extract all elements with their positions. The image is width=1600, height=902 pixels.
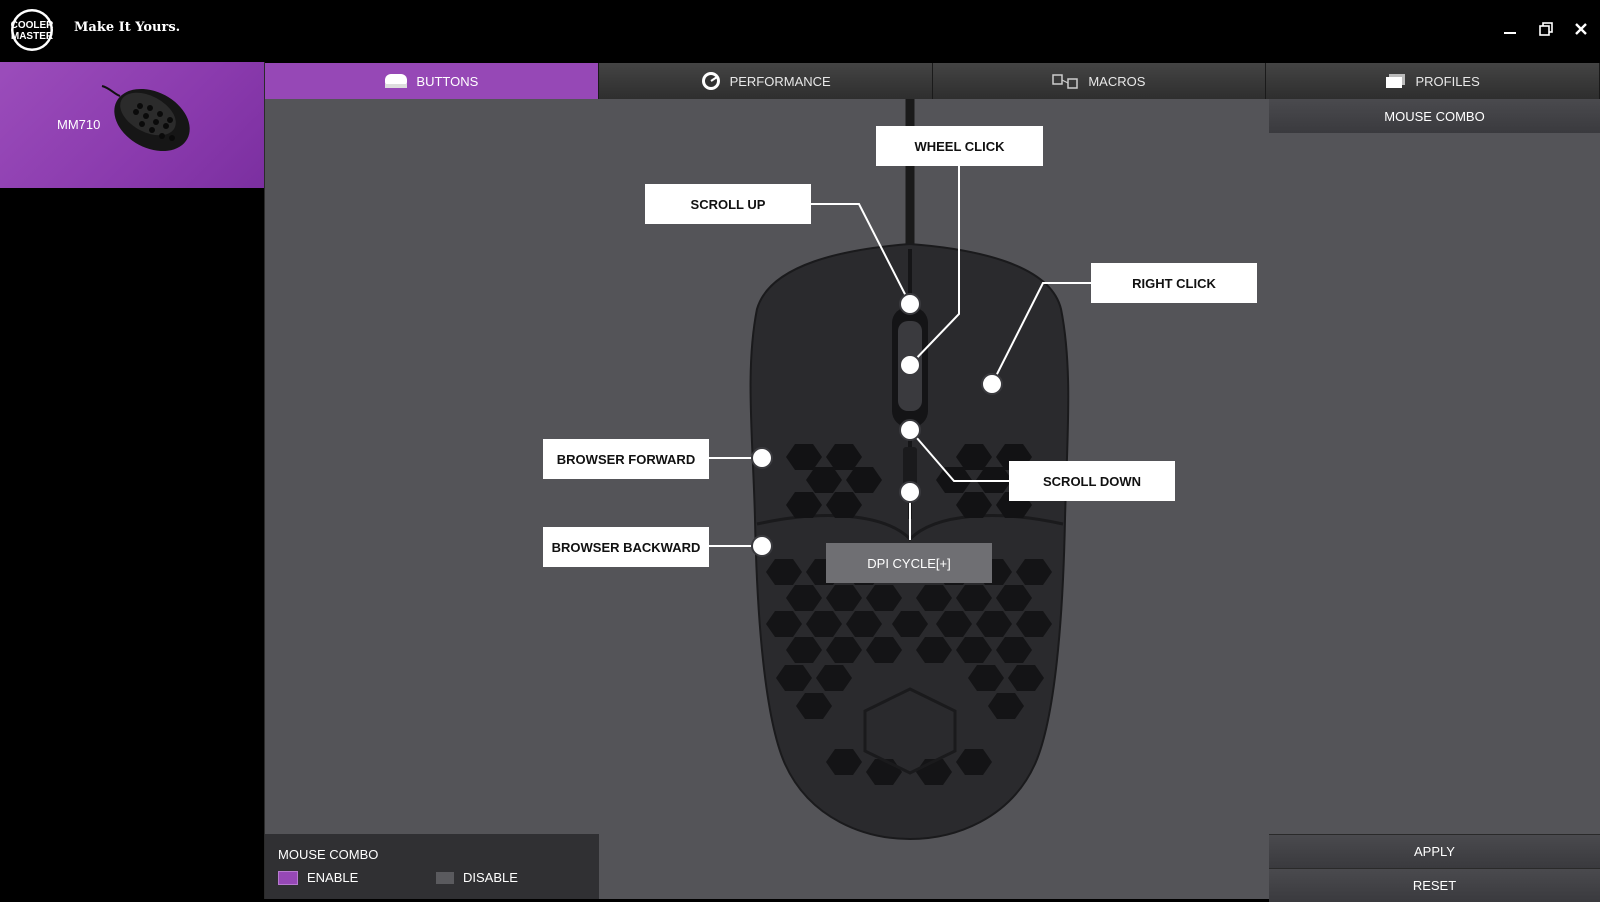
gauge-icon: [701, 72, 720, 90]
device-sidebar: MM710: [0, 62, 265, 899]
dpi-cycle-button[interactable]: DPI CYCLE[+]: [826, 543, 992, 583]
right-click-button[interactable]: RIGHT CLICK: [1091, 263, 1257, 303]
enable-label: ENABLE: [307, 870, 359, 885]
tab-macros-label: MACROS: [1088, 73, 1146, 89]
tab-profiles[interactable]: PROFILES: [1266, 63, 1600, 99]
svg-text:COOLER: COOLER: [11, 20, 55, 31]
mouse-icon: [385, 74, 408, 88]
browser-backward-button[interactable]: BROWSER BACKWARD: [543, 527, 709, 567]
disable-swatch: [436, 871, 454, 884]
minimize-icon[interactable]: [1499, 18, 1521, 40]
wheel-click-button[interactable]: WHEEL CLICK: [876, 126, 1043, 166]
main-tabs: BUTTONS PERFORMANCE MACROS PROFILES: [265, 63, 1600, 99]
device-card-mm710[interactable]: MM710: [0, 62, 264, 188]
restore-icon[interactable]: [1535, 18, 1557, 40]
device-name: MM710: [57, 117, 101, 132]
app-tagline: Make It Yours.: [74, 20, 181, 35]
enable-swatch: [278, 870, 298, 885]
tab-profiles-label: PROFILES: [1415, 73, 1480, 89]
disable-label: DISABLE: [463, 870, 518, 885]
scroll-down-button[interactable]: SCROLL DOWN: [1009, 461, 1175, 501]
mouse-combo-title: MOUSE COMBO: [278, 847, 379, 862]
mouse-combo-panel: MOUSE COMBO ENABLE DISABLE: [265, 834, 599, 899]
close-icon[interactable]: [1570, 18, 1592, 40]
scroll-up-button[interactable]: SCROLL UP: [645, 184, 811, 224]
svg-text:MASTER: MASTER: [11, 31, 54, 42]
cooler-master-logo: COOLER MASTER: [11, 9, 55, 51]
tab-buttons-label: BUTTONS: [416, 73, 479, 89]
tab-performance-label: PERFORMANCE: [729, 73, 831, 89]
combo-disable-option[interactable]: DISABLE: [436, 870, 518, 885]
browser-forward-button[interactable]: BROWSER FORWARD: [543, 439, 709, 479]
mouse-combo-tab[interactable]: MOUSE COMBO: [1269, 99, 1600, 133]
right-panel: MOUSE COMBO APPLY RESET: [1269, 99, 1600, 902]
reset-button[interactable]: RESET: [1269, 868, 1600, 902]
tab-macros[interactable]: MACROS: [932, 63, 1267, 99]
buttons-main-area: WHEEL CLICK SCROLL UP RIGHT CLICK BROWSE…: [265, 99, 1269, 899]
tab-buttons[interactable]: BUTTONS: [265, 63, 599, 99]
title-bar: COOLER MASTER Make It Yours.: [0, 0, 1600, 62]
tab-performance[interactable]: PERFORMANCE: [598, 63, 933, 99]
macro-icon: [1052, 74, 1079, 89]
mouse-thumbnail: [101, 85, 190, 152]
apply-button[interactable]: APPLY: [1269, 834, 1600, 868]
combo-enable-option[interactable]: ENABLE: [278, 870, 358, 885]
profiles-icon: [1386, 74, 1406, 88]
